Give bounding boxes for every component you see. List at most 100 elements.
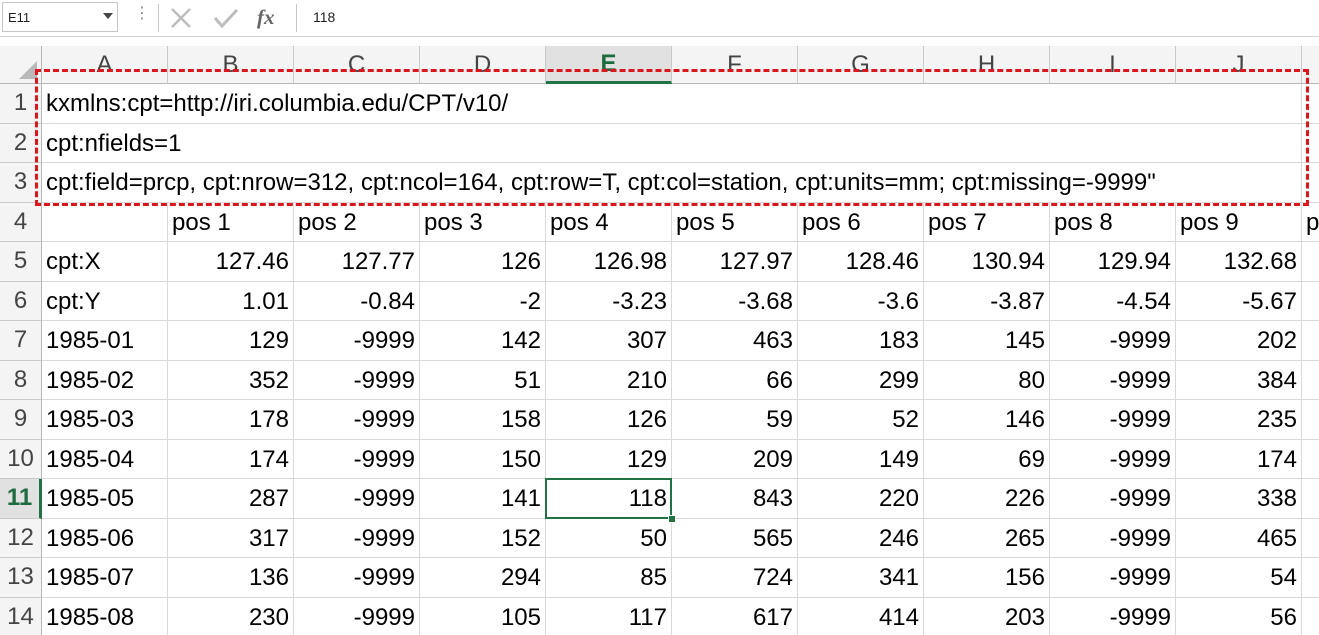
empty-cell[interactable] (546, 124, 672, 163)
drag-handle-icon[interactable]: ⋮ (134, 6, 150, 22)
cell[interactable]: 1985-01 (42, 321, 168, 361)
cell[interactable]: -9999 (1050, 597, 1176, 635)
cell[interactable] (42, 202, 168, 242)
cell[interactable]: 307 (546, 321, 672, 361)
cell[interactable]: 56 (1176, 597, 1302, 635)
cell[interactable]: 149 (798, 439, 924, 479)
empty-cell[interactable] (798, 124, 924, 163)
cell[interactable]: 141 (420, 479, 546, 519)
cell[interactable]: pos 4 (546, 202, 672, 242)
cell[interactable]: -2 (420, 281, 546, 321)
cell[interactable]: -9999 (294, 439, 420, 479)
cell[interactable]: 565 (672, 518, 798, 558)
cell[interactable]: -9999 (1050, 479, 1176, 519)
column-header-j[interactable]: J (1176, 46, 1302, 84)
cell[interactable]: 118 (546, 479, 672, 519)
row-header-13[interactable]: 13 (0, 558, 42, 598)
cell[interactable]: 128.46 (798, 242, 924, 282)
empty-cell[interactable] (1302, 558, 1319, 598)
cell[interactable]: cpt:field=prcp, cpt:nrow=312, cpt:ncol=1… (42, 163, 1156, 203)
row-header-10[interactable]: 10 (0, 439, 42, 479)
cell[interactable]: 69 (924, 439, 1050, 479)
cell[interactable]: 1985-07 (42, 558, 168, 598)
row-header-11[interactable]: 11 (0, 479, 42, 519)
cell[interactable]: -9999 (294, 479, 420, 519)
cell[interactable]: -4.54 (1050, 281, 1176, 321)
cell[interactable]: 129.94 (1050, 242, 1176, 282)
cell[interactable]: 294 (420, 558, 546, 598)
cell[interactable]: 132.68 (1176, 242, 1302, 282)
empty-cell[interactable] (672, 84, 798, 124)
cell[interactable]: -9999 (294, 321, 420, 361)
cell[interactable]: 341 (798, 558, 924, 598)
cell[interactable]: pos 8 (1050, 202, 1176, 242)
empty-cell[interactable] (1302, 479, 1319, 519)
cell[interactable]: pos 6 (798, 202, 924, 242)
cell[interactable]: 1985-03 (42, 400, 168, 440)
column-header-i[interactable]: I (1050, 46, 1176, 84)
cell[interactable]: 203 (924, 597, 1050, 635)
cell[interactable]: 202 (1176, 321, 1302, 361)
cell[interactable]: -3.23 (546, 281, 672, 321)
cell[interactable]: 463 (672, 321, 798, 361)
cell[interactable]: -9999 (1050, 558, 1176, 598)
cell[interactable]: 338 (1176, 479, 1302, 519)
column-header-d[interactable]: D (420, 46, 546, 84)
cell[interactable]: -9999 (1050, 321, 1176, 361)
empty-cell[interactable] (1302, 519, 1319, 558)
cell[interactable]: 127.77 (294, 242, 420, 282)
row-header-4[interactable]: 4 (0, 202, 42, 242)
cell[interactable]: 117 (546, 597, 672, 635)
cancel-icon[interactable] (168, 6, 194, 30)
cell[interactable]: 152 (420, 518, 546, 558)
cell[interactable]: 209 (672, 439, 798, 479)
row-header-6[interactable]: 6 (0, 281, 42, 321)
cell[interactable]: 246 (798, 518, 924, 558)
cell[interactable]: 127.97 (672, 242, 798, 282)
cell[interactable]: 50 (546, 518, 672, 558)
cell[interactable]: 317 (168, 518, 294, 558)
cell[interactable]: 287 (168, 479, 294, 519)
cell[interactable]: -3.87 (924, 281, 1050, 321)
cell[interactable]: 142 (420, 321, 546, 361)
cell[interactable]: 226 (924, 479, 1050, 519)
chevron-down-icon[interactable] (103, 13, 113, 19)
cell[interactable]: 145 (924, 321, 1050, 361)
empty-cell[interactable] (1302, 400, 1319, 440)
cell[interactable]: 617 (672, 597, 798, 635)
cell[interactable]: -9999 (294, 400, 420, 440)
cell[interactable]: 51 (420, 360, 546, 400)
cell[interactable]: -9999 (1050, 439, 1176, 479)
column-header-g[interactable]: G (798, 46, 924, 84)
cell[interactable]: -9999 (1050, 518, 1176, 558)
cell[interactable]: pos 7 (924, 202, 1050, 242)
cell[interactable]: pos 3 (420, 202, 546, 242)
empty-cell[interactable] (1050, 124, 1176, 163)
cell[interactable]: 220 (798, 479, 924, 519)
cell[interactable]: 130.94 (924, 242, 1050, 282)
cell[interactable]: 174 (1176, 439, 1302, 479)
row-header-8[interactable]: 8 (0, 360, 42, 400)
column-header-h[interactable]: H (924, 46, 1050, 84)
cell[interactable]: 54 (1176, 558, 1302, 598)
cell[interactable]: 352 (168, 360, 294, 400)
column-header-b[interactable]: B (168, 46, 294, 84)
cell[interactable]: 235 (1176, 400, 1302, 440)
cell[interactable]: 174 (168, 439, 294, 479)
cell[interactable]: 183 (798, 321, 924, 361)
column-header-c[interactable]: C (294, 46, 420, 84)
empty-cell[interactable] (1302, 124, 1319, 163)
empty-cell[interactable] (1302, 361, 1319, 400)
empty-cell[interactable] (1302, 598, 1319, 635)
cell[interactable]: 384 (1176, 360, 1302, 400)
cell[interactable]: 126 (420, 242, 546, 282)
cell[interactable]: p (1302, 203, 1319, 242)
empty-cell[interactable] (1176, 84, 1302, 124)
cell[interactable]: pos 9 (1176, 202, 1302, 242)
cell[interactable]: -9999 (294, 597, 420, 635)
cell[interactable]: 414 (798, 597, 924, 635)
cell[interactable]: -9999 (294, 360, 420, 400)
cell[interactable]: 210 (546, 360, 672, 400)
cell[interactable]: 156 (924, 558, 1050, 598)
empty-cell[interactable] (1050, 84, 1176, 124)
